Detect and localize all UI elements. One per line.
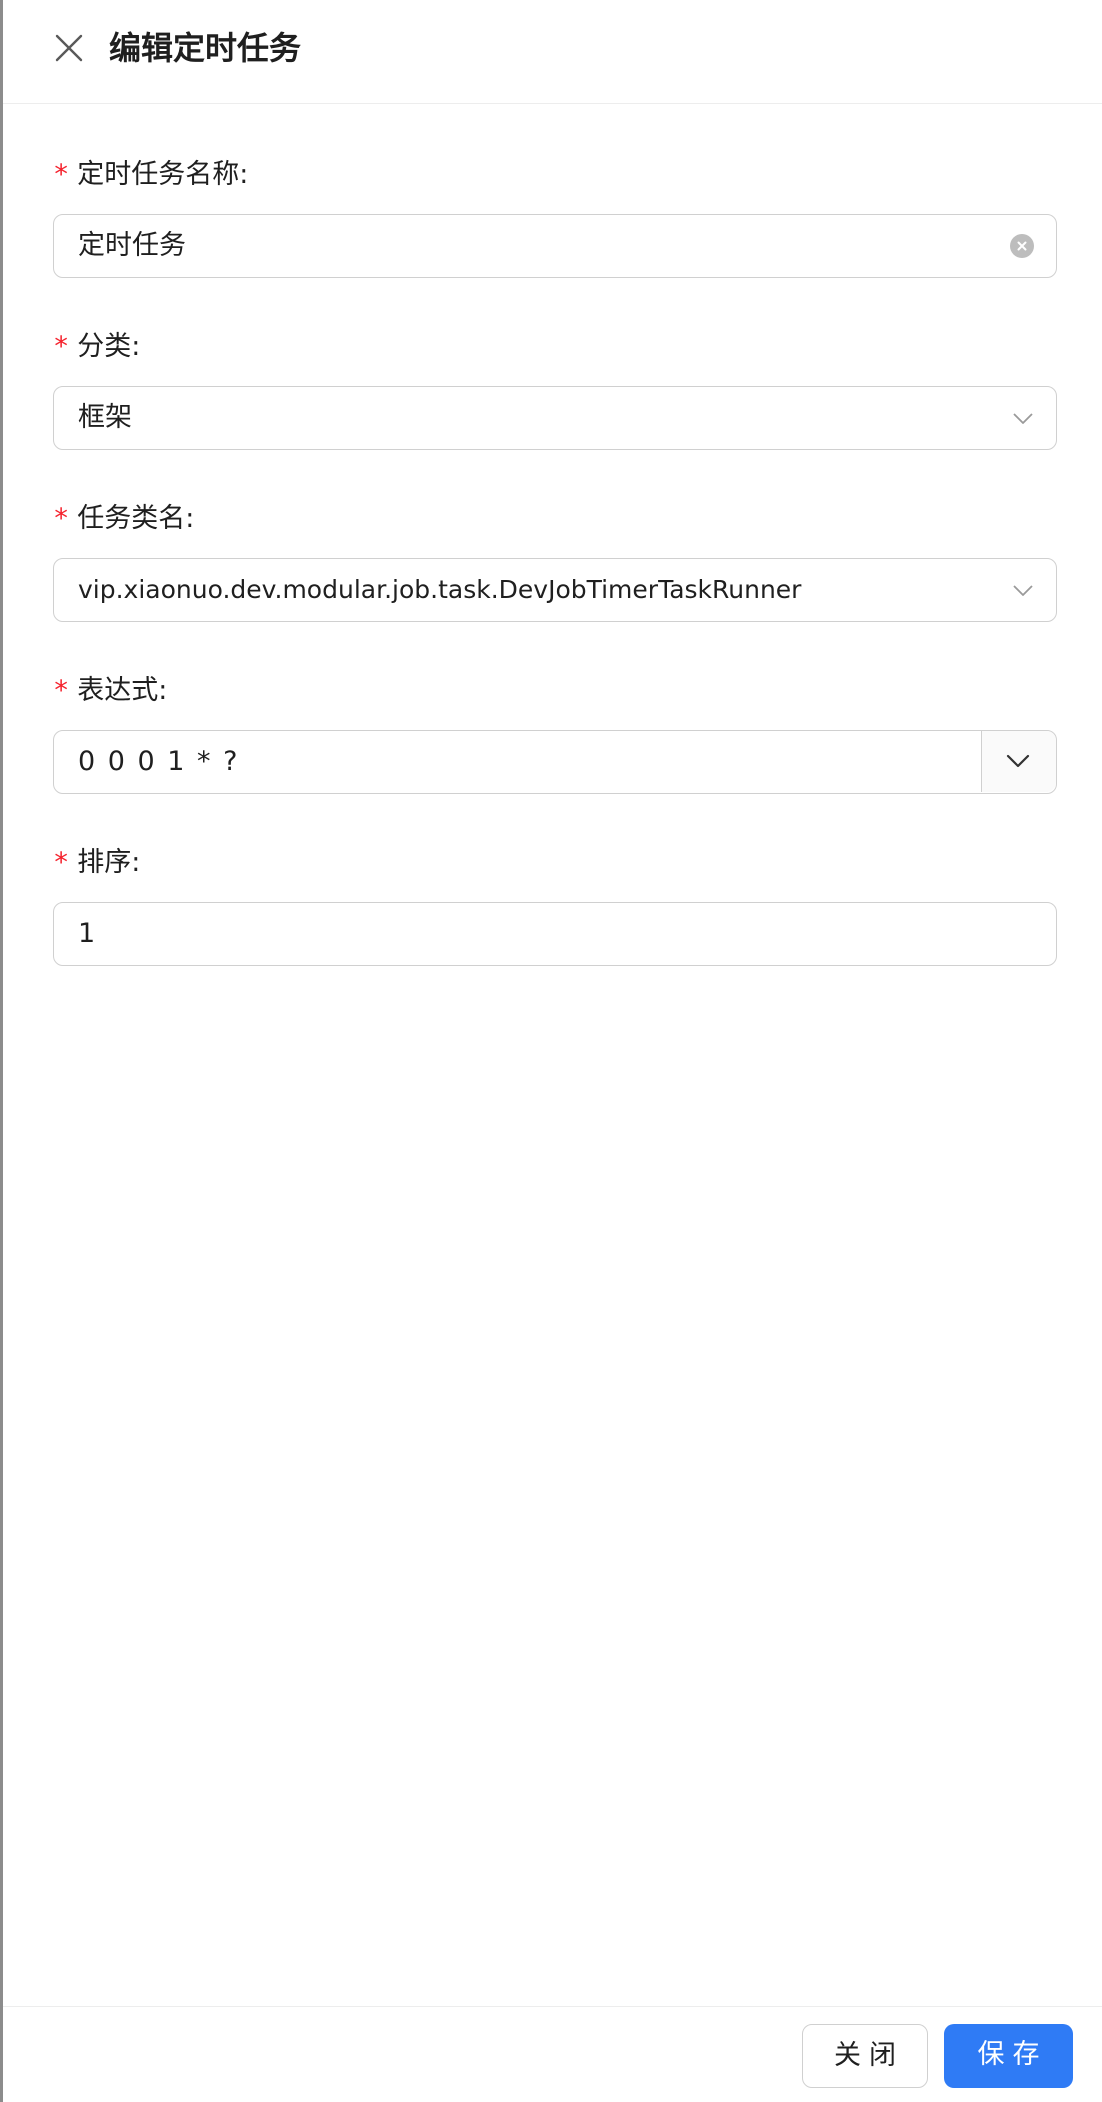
chevron-down-icon xyxy=(1012,407,1034,429)
category-label: * 分类: xyxy=(53,322,1057,372)
sort-input[interactable]: 1 xyxy=(53,902,1057,966)
action-class-label-text: 任务类名: xyxy=(77,503,195,534)
chevron-down-icon xyxy=(1006,754,1030,768)
required-mark: * xyxy=(53,331,70,362)
form-item-cron: * 表达式: 0 0 0 1 * ? xyxy=(53,666,1057,838)
name-input[interactable]: 定时任务 xyxy=(53,214,1057,278)
sort-label: * 排序: xyxy=(53,838,1057,888)
category-select[interactable]: 框架 xyxy=(53,386,1057,450)
cron-input[interactable]: 0 0 0 1 * ? xyxy=(53,730,1057,794)
close-button[interactable]: 关闭 xyxy=(802,2024,928,2088)
category-select-value: 框架 xyxy=(78,402,132,433)
name-input-value: 定时任务 xyxy=(78,230,186,261)
drawer-header: 编辑定时任务 xyxy=(3,0,1102,104)
drawer-footer: 关闭 保存 xyxy=(3,2006,1102,2102)
form-item-name: * 定时任务名称: 定时任务 xyxy=(53,150,1057,322)
form-item-category: * 分类: 框架 xyxy=(53,322,1057,494)
required-mark: * xyxy=(53,159,70,190)
cron-label-text: 表达式: xyxy=(77,675,168,706)
timer-task-form: * 定时任务名称: 定时任务 * 分类: 框架 * 任务类名: vip.xiao… xyxy=(53,150,1057,1010)
required-mark: * xyxy=(53,503,70,534)
action-class-label: * 任务类名: xyxy=(53,494,1057,544)
action-class-select-value: vip.xiaonuo.dev.modular.job.task.DevJobT… xyxy=(78,575,802,604)
page-title: 编辑定时任务 xyxy=(109,29,302,67)
form-item-sort: * 排序: 1 xyxy=(53,838,1057,1010)
clear-icon[interactable] xyxy=(1010,234,1034,258)
close-icon[interactable] xyxy=(51,30,87,66)
cron-picker-button[interactable] xyxy=(981,731,1056,792)
form-item-action-class: * 任务类名: vip.xiaonuo.dev.modular.job.task.… xyxy=(53,494,1057,666)
chevron-down-icon xyxy=(1012,579,1034,601)
name-label-text: 定时任务名称: xyxy=(77,159,249,190)
action-class-select[interactable]: vip.xiaonuo.dev.modular.job.task.DevJobT… xyxy=(53,558,1057,622)
save-button[interactable]: 保存 xyxy=(944,2024,1073,2088)
name-label: * 定时任务名称: xyxy=(53,150,1057,200)
category-label-text: 分类: xyxy=(77,331,141,362)
required-mark: * xyxy=(53,847,70,878)
edit-timer-task-drawer: 编辑定时任务 * 定时任务名称: 定时任务 * 分类: 框架 * 任务类名: v… xyxy=(0,0,1102,2102)
cron-input-value: 0 0 0 1 * ? xyxy=(78,746,240,777)
required-mark: * xyxy=(53,675,70,706)
sort-label-text: 排序: xyxy=(77,847,141,878)
cron-label: * 表达式: xyxy=(53,666,1057,716)
sort-input-value: 1 xyxy=(78,918,96,949)
